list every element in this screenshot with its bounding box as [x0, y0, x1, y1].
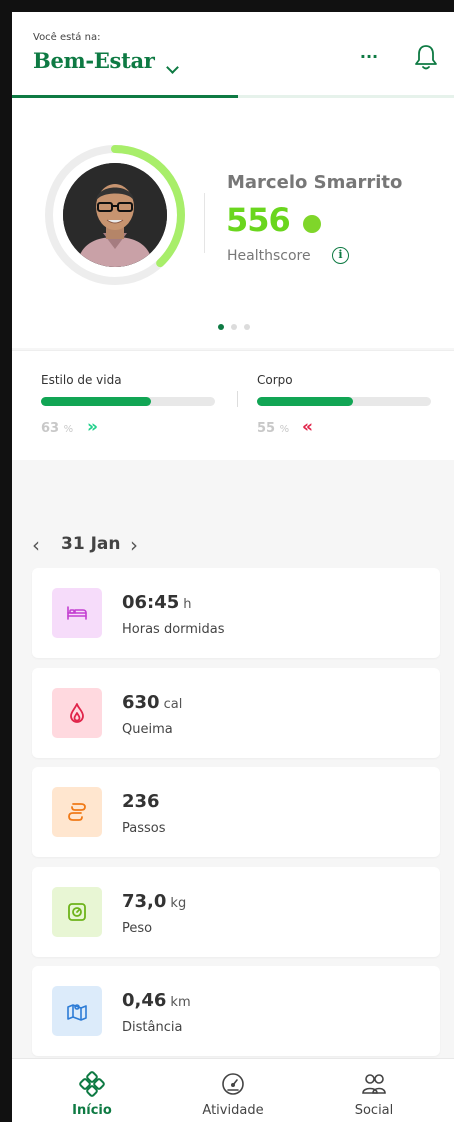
- smiley-icon: [303, 215, 321, 233]
- steps-value: 236: [122, 791, 160, 812]
- sleep-label: Horas dormidas: [122, 622, 225, 637]
- nav-social-label: Social: [354, 1103, 394, 1118]
- flame-icon: [52, 688, 102, 738]
- avatar[interactable]: [63, 163, 167, 267]
- map-icon: [52, 986, 102, 1036]
- calories-card[interactable]: 630 cal Queima: [32, 668, 440, 758]
- app-screen: Você está na: Bem-Estar ··· Marcelo Smar…: [12, 12, 454, 1122]
- previous-day-button[interactable]: ‹: [32, 533, 40, 557]
- nav-home-label: Início: [72, 1103, 112, 1118]
- carousel-dot[interactable]: [231, 324, 237, 330]
- body-label: Corpo: [257, 373, 293, 387]
- location-label: Você está na:: [33, 32, 101, 43]
- bed-icon: [52, 588, 102, 638]
- speedometer-icon: [222, 1073, 244, 1095]
- notification-bell-icon[interactable]: [412, 42, 440, 72]
- weight-label: Peso: [122, 921, 153, 936]
- healthscore-value: 556: [226, 201, 291, 239]
- metrics-divider: [237, 391, 238, 407]
- body-progress-bar: [257, 397, 431, 406]
- profile-divider: [204, 193, 205, 253]
- info-icon[interactable]: i: [332, 247, 349, 264]
- sleep-card[interactable]: 06:45 h Horas dormidas: [32, 568, 440, 658]
- weight-value: 73,0 kg: [122, 891, 187, 912]
- lifestyle-percent: 63 %: [41, 421, 74, 436]
- carousel-dot[interactable]: [218, 324, 224, 330]
- nav-home[interactable]: Início: [32, 1059, 152, 1122]
- distance-card[interactable]: 0,46 km Distância: [32, 966, 440, 1056]
- calories-label: Queima: [122, 722, 173, 737]
- scale-icon: [52, 887, 102, 937]
- current-date: 31 Jan: [61, 534, 121, 554]
- nav-activity[interactable]: Atividade: [173, 1059, 293, 1122]
- footsteps-icon: [52, 787, 102, 837]
- lifestyle-label: Estilo de vida: [41, 373, 122, 387]
- carousel-dot[interactable]: [244, 324, 250, 330]
- steps-label: Passos: [122, 821, 166, 836]
- app-header: Você está na: Bem-Estar ···: [12, 12, 454, 96]
- sleep-value: 06:45 h: [122, 592, 192, 613]
- body-progress-fill: [257, 397, 353, 406]
- steps-card[interactable]: 236 Passos: [32, 767, 440, 857]
- section-selector[interactable]: Bem-Estar: [33, 48, 155, 73]
- weight-card[interactable]: 73,0 kg Peso: [32, 867, 440, 957]
- health-metrics-card: Estilo de vida 63 % » Corpo 55 % «: [12, 350, 454, 460]
- user-name: Marcelo Smarrito: [227, 172, 403, 193]
- nav-social[interactable]: Social: [314, 1059, 434, 1122]
- profile-card: Marcelo Smarrito 556 Healthscore i: [12, 98, 454, 348]
- more-options-button[interactable]: ···: [357, 49, 381, 70]
- healthscore-label: Healthscore: [227, 248, 311, 264]
- trend-down-icon: «: [302, 417, 313, 437]
- trend-up-icon: »: [87, 417, 98, 437]
- calories-value: 630 cal: [122, 692, 183, 713]
- distance-value: 0,46 km: [122, 990, 191, 1011]
- lifestyle-progress-fill: [41, 397, 151, 406]
- distance-label: Distância: [122, 1020, 183, 1035]
- home-flower-icon: [79, 1071, 105, 1097]
- people-icon: [362, 1074, 386, 1094]
- lifestyle-progress-bar: [41, 397, 215, 406]
- next-day-button[interactable]: ›: [130, 533, 138, 557]
- chevron-down-icon[interactable]: [166, 61, 179, 74]
- bottom-navigation: Início Atividade Social: [12, 1058, 454, 1122]
- body-percent: 55 %: [257, 421, 290, 436]
- nav-activity-label: Atividade: [202, 1103, 264, 1118]
